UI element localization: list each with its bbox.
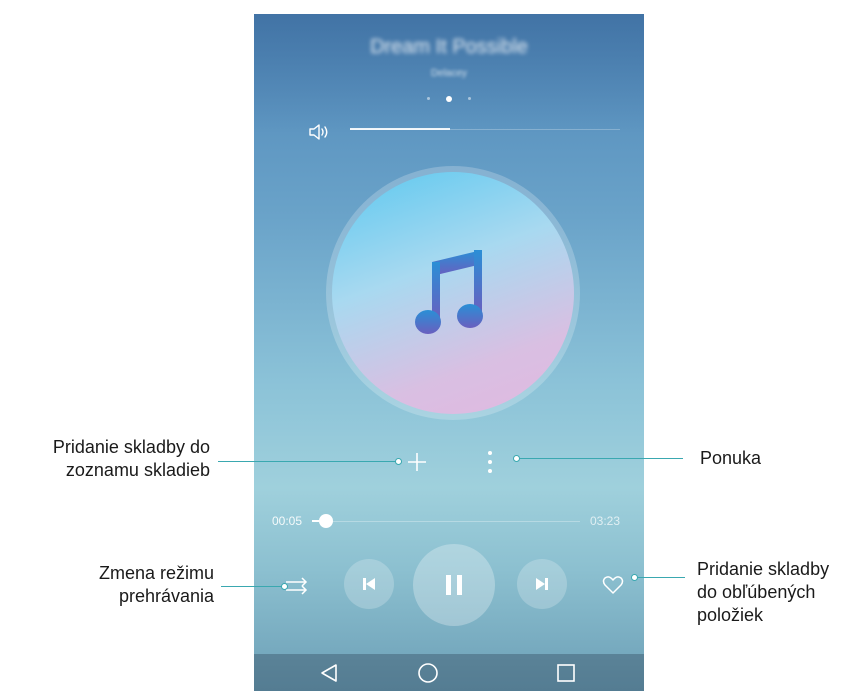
page-dot <box>468 97 472 101</box>
callout-line-menu <box>517 458 683 459</box>
callout-line-favorites <box>635 577 685 578</box>
back-triangle-icon[interactable] <box>318 662 340 684</box>
callout-add-to-playlist: Pridanie skladby do zoznamu skladieb <box>52 437 210 480</box>
speaker-icon[interactable] <box>308 122 332 142</box>
navigation-bar <box>254 654 644 691</box>
callout-dot-favorites <box>631 574 638 581</box>
page-dot-active <box>446 95 452 102</box>
music-player-screen: Dream It Possible Delacey 00:05 03:23 <box>254 14 644 691</box>
plus-icon[interactable] <box>406 451 428 473</box>
volume-slider-fill <box>350 128 450 130</box>
heart-icon[interactable] <box>602 575 624 595</box>
callout-play-mode: Zmena režimu prehrávania <box>98 563 214 606</box>
callout-dot-menu <box>513 455 520 462</box>
callout-dot-add <box>395 458 402 465</box>
callout-line-add <box>218 461 399 462</box>
callout-add-to-favorites: Pridanie skladby do obľúbených položiek <box>697 559 830 625</box>
more-vertical-icon[interactable] <box>482 450 498 474</box>
page-indicator <box>254 90 644 108</box>
music-note-icon <box>415 250 483 334</box>
recent-square-icon[interactable] <box>555 662 577 684</box>
progress-bar-fill <box>312 520 319 522</box>
callout-menu: Ponuka <box>700 448 762 468</box>
previous-button[interactable] <box>344 559 394 609</box>
callout-line-play-mode <box>221 586 283 587</box>
skip-previous-icon <box>363 578 375 590</box>
next-button[interactable] <box>517 559 567 609</box>
song-title: Dream It Possible <box>370 36 528 58</box>
callout-dot-play-mode <box>281 583 288 590</box>
progress-knob[interactable] <box>319 514 333 528</box>
play-pause-button[interactable] <box>413 544 495 626</box>
progress-bar[interactable] <box>312 521 580 522</box>
total-time: 03:23 <box>590 514 621 528</box>
elapsed-time: 00:05 <box>272 514 303 528</box>
skip-next-icon <box>536 578 548 590</box>
album-art <box>326 166 580 420</box>
page-dot <box>426 97 430 101</box>
song-artist: Delacey <box>430 68 468 79</box>
pause-icon <box>446 575 462 595</box>
home-circle-icon[interactable] <box>417 662 439 684</box>
